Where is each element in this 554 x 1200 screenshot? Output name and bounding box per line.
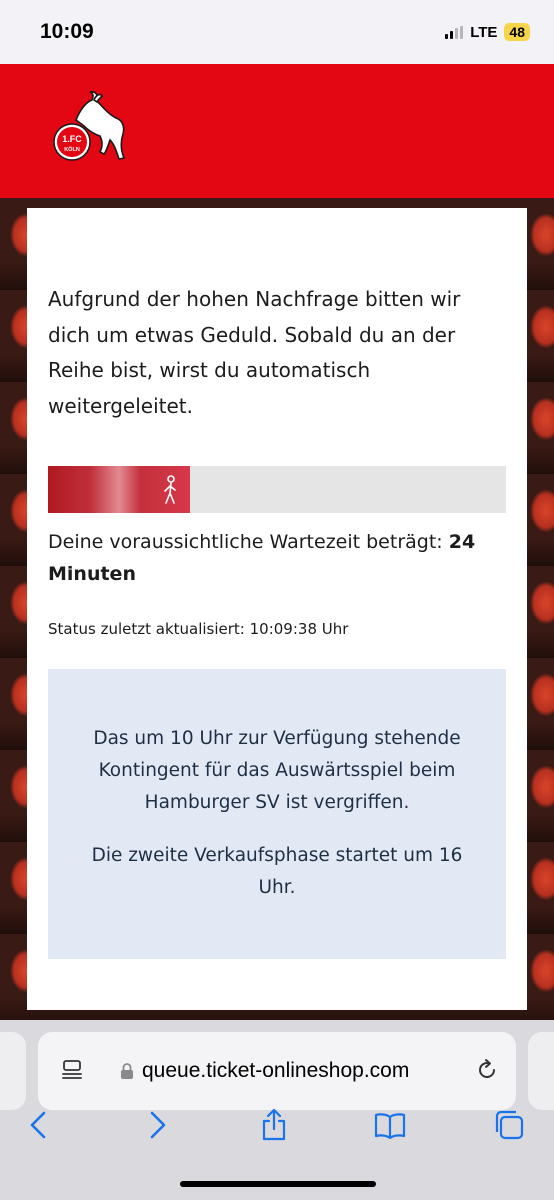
reload-icon[interactable] — [474, 1057, 500, 1083]
walking-person-icon — [164, 475, 176, 504]
queue-progress-bar — [48, 466, 506, 513]
lock-icon — [121, 1063, 133, 1079]
estimated-wait: Deine voraussichtliche Wartezeit beträgt… — [48, 526, 508, 590]
status-indicators: LTE 48 — [445, 23, 530, 41]
club-logo[interactable]: 1.FC KÖLN — [50, 90, 130, 174]
wait-label: Deine voraussichtliche Wartezeit beträgt… — [48, 531, 449, 553]
network-type: LTE — [470, 23, 498, 41]
browser-toolbar: queue.ticket-onlineshop.com — [0, 1020, 554, 1200]
previous-tab[interactable] — [0, 1032, 26, 1110]
status-updated: Status zuletzt aktualisiert: 10:09:38 Uh… — [48, 620, 349, 638]
info-paragraph: Das um 10 Uhr zur Verfügung stehende Kon… — [93, 728, 461, 813]
home-indicator — [180, 1181, 376, 1187]
back-icon[interactable] — [22, 1108, 56, 1142]
address-bar[interactable]: queue.ticket-onlineshop.com — [38, 1032, 516, 1110]
page-menu-icon[interactable] — [60, 1058, 84, 1082]
clock: 10:09 — [40, 20, 94, 43]
url-text[interactable]: queue.ticket-onlineshop.com — [142, 1056, 409, 1086]
site-header: 1.FC KÖLN — [0, 64, 554, 198]
tabs-icon[interactable] — [492, 1108, 526, 1142]
info-paragraph: Die zweite Verkaufsphase startet um 16 U… — [91, 845, 463, 898]
info-notice: Das um 10 Uhr zur Verfügung stehende Kon… — [48, 669, 506, 959]
logo-text-top: 1.FC — [62, 134, 82, 144]
bookmarks-icon[interactable] — [373, 1108, 407, 1142]
next-tab[interactable] — [528, 1032, 554, 1110]
battery-level: 48 — [504, 23, 530, 41]
share-icon[interactable] — [257, 1108, 291, 1142]
forward-icon[interactable] — [140, 1108, 174, 1142]
queue-card: Aufgrund der hohen Nachfrage bitten wir … — [27, 208, 527, 1010]
cellular-signal-icon — [445, 25, 464, 39]
logo-text-bottom: KÖLN — [64, 146, 80, 153]
status-bar: 10:09 LTE 48 — [0, 0, 554, 64]
queue-intro-text: Aufgrund der hohen Nachfrage bitten wir … — [48, 287, 461, 418]
